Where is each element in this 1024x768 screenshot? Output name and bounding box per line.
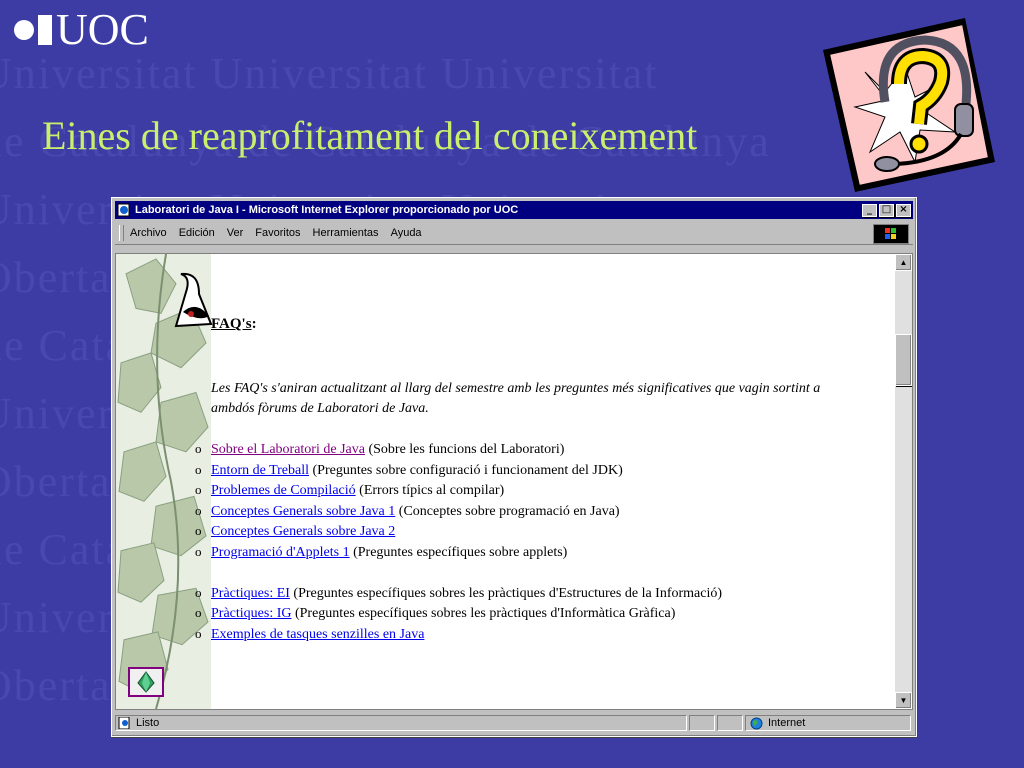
faq-heading-link[interactable]: FAQ's bbox=[211, 316, 252, 332]
status-text-cell: Listo bbox=[115, 715, 687, 731]
faq-link-description: (Sobre les funcions del Laboratori) bbox=[364, 442, 565, 457]
faq-link[interactable]: Entorn de Treball bbox=[211, 463, 309, 478]
faq-list-item: o Problemes de Compilació (Errors típics … bbox=[195, 480, 722, 501]
status-cell-empty-1 bbox=[689, 715, 715, 731]
logo-text: UOC bbox=[56, 5, 149, 54]
window-title: Laboratori de Java I - Microsoft Interne… bbox=[135, 204, 519, 216]
page-icon bbox=[118, 717, 130, 729]
bullet: o bbox=[195, 625, 202, 641]
faq-link[interactable]: Pràctiques: IG bbox=[211, 606, 291, 621]
scroll-thumb[interactable] bbox=[895, 334, 912, 386]
faq-list-item: o Conceptes Generals sobre Java 1 (Concep… bbox=[195, 501, 722, 522]
list-spacer bbox=[195, 562, 722, 583]
windows-logo-icon bbox=[873, 224, 909, 244]
security-zone-label: Internet bbox=[768, 717, 806, 729]
menu-ayuda[interactable]: Ayuda bbox=[391, 227, 422, 239]
bullet: o bbox=[195, 441, 202, 456]
jester-hat-icon bbox=[174, 272, 213, 328]
title-bar: Laboratori de Java I - Microsoft Interne… bbox=[115, 201, 913, 219]
menu-favoritos[interactable]: Favoritos bbox=[255, 227, 300, 239]
faq-link-description: (Preguntes específiques sobres les pràct… bbox=[291, 606, 676, 621]
faq-link-description: (Preguntes específiques sobre applets) bbox=[349, 544, 568, 560]
faq-heading: FAQ's: bbox=[211, 316, 257, 333]
menu-ver[interactable]: Ver bbox=[227, 227, 244, 239]
faq-list-item: o Sobre el Laboratori de Java (Sobre les … bbox=[195, 439, 722, 460]
vertical-scrollbar[interactable]: ▲ ▼ bbox=[895, 254, 912, 709]
scroll-up-button[interactable]: ▲ bbox=[895, 254, 912, 271]
faq-intro: Les FAQ's s'aniran actualitzant al llarg… bbox=[211, 381, 821, 416]
home-gem-icon bbox=[137, 671, 155, 693]
menu-herramientas[interactable]: Herramientas bbox=[313, 227, 379, 239]
security-zone-cell: Internet bbox=[745, 715, 911, 731]
faq-link-list: o Sobre el Laboratori de Java (Sobre les … bbox=[195, 439, 722, 644]
bullet: o bbox=[195, 584, 202, 600]
faq-link-description: (Preguntes sobre configuració i funciona… bbox=[309, 462, 623, 478]
menu-edicion[interactable]: Edición bbox=[179, 227, 215, 239]
logo-dot-icon bbox=[14, 20, 34, 40]
faq-list-item: o Conceptes Generals sobre Java 2 bbox=[195, 521, 722, 542]
faq-list-item: o Entorn de Treball (Preguntes sobre conf… bbox=[195, 460, 722, 481]
page-viewport: FAQ's: Les FAQ's s'aniran actualitzant a… bbox=[115, 253, 913, 710]
faq-list-item: o Pràctiques: IG (Preguntes específiques … bbox=[195, 603, 722, 624]
menu-grip bbox=[119, 225, 124, 241]
faq-heading-colon: : bbox=[251, 316, 257, 332]
faq-list-item: o Programació d'Applets 1 (Preguntes espe… bbox=[195, 542, 722, 563]
minimize-button[interactable]: _ bbox=[862, 203, 877, 217]
scroll-down-button[interactable]: ▼ bbox=[895, 692, 912, 709]
menu-archivo[interactable]: Archivo bbox=[130, 227, 167, 239]
bullet: o bbox=[195, 523, 202, 538]
faq-link-description: (Preguntes específiques sobres les pràct… bbox=[289, 585, 723, 601]
ie-page-icon bbox=[117, 203, 130, 217]
faq-link[interactable]: Conceptes Generals sobre Java 2 bbox=[211, 524, 395, 539]
faq-link[interactable]: Programació d'Applets 1 bbox=[211, 545, 350, 560]
maximize-button[interactable]: □ bbox=[879, 203, 894, 217]
faq-link[interactable]: Pràctiques: EI bbox=[211, 586, 290, 601]
page-content: FAQ's: Les FAQ's s'aniran actualitzant a… bbox=[195, 254, 894, 709]
bullet: o bbox=[195, 605, 202, 620]
faq-link-description: (Errors típics al compilar) bbox=[355, 483, 505, 498]
globe-icon bbox=[750, 717, 763, 730]
slide-title: Eines de reaprofitament del coneixement bbox=[42, 113, 698, 158]
status-cell-empty-2 bbox=[717, 715, 743, 731]
faq-link[interactable]: Exemples de tasques senzilles en Java bbox=[211, 627, 424, 642]
faq-link-description: (Conceptes sobre programació en Java) bbox=[395, 503, 620, 519]
logo-square-icon bbox=[38, 15, 52, 45]
bullet: o bbox=[195, 461, 202, 477]
browser-window: Laboratori de Java I - Microsoft Interne… bbox=[111, 197, 917, 737]
question-headset-icon bbox=[823, 18, 995, 192]
bullet: o bbox=[195, 482, 202, 497]
faq-link[interactable]: Sobre el Laboratori de Java bbox=[211, 442, 365, 457]
faq-link[interactable]: Conceptes Generals sobre Java 1 bbox=[211, 504, 395, 519]
faq-list-item: o Exemples de tasques senzilles en Java bbox=[195, 624, 722, 645]
faq-list-item: o Pràctiques: EI (Preguntes específiques … bbox=[195, 583, 722, 604]
status-text: Listo bbox=[136, 717, 160, 729]
home-button[interactable] bbox=[128, 667, 164, 697]
close-button[interactable]: × bbox=[896, 203, 911, 217]
watermark-row: Universitat Universitat Universitat bbox=[0, 49, 659, 98]
status-bar: Listo Internet bbox=[115, 713, 913, 733]
bullet: o bbox=[195, 543, 202, 559]
uoc-logo: UOC bbox=[14, 8, 149, 52]
menu-bar: Archivo Edición Ver Favoritos Herramient… bbox=[115, 222, 913, 245]
faq-link[interactable]: Problemes de Compilació bbox=[211, 483, 356, 498]
bullet: o bbox=[195, 502, 202, 518]
